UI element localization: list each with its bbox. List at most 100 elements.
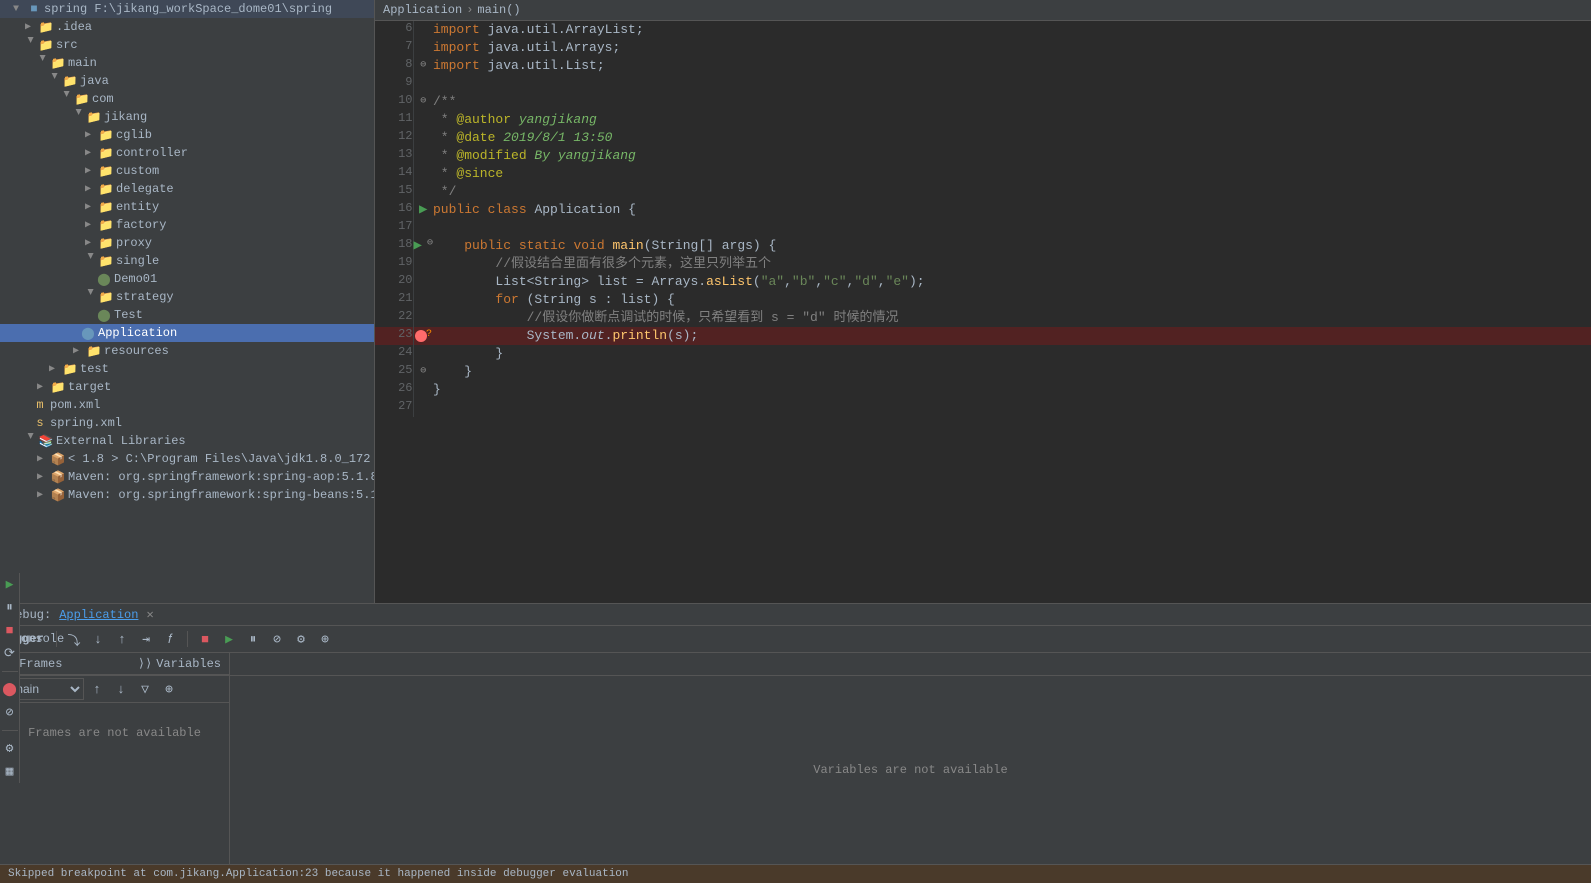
table-row: 16 ▶ public class Application { <box>375 201 1591 219</box>
frames-add-button[interactable]: ⊕ <box>158 678 180 700</box>
line-gutter <box>413 75 433 93</box>
controller-label: controller <box>116 146 188 160</box>
layout-side-icon[interactable]: ▦ <box>6 764 14 779</box>
keyword: for <box>495 292 518 307</box>
debug-toolbar: Debugger Console ⤵ ↓ ↑ ⇥ 𝑓 ■ ▶ ⏸ ⊘ ⚙ ⊕ <box>0 626 1591 653</box>
sidebar-item-delegate[interactable]: ▶ 📁 delegate <box>0 180 374 198</box>
sidebar-item-controller[interactable]: ▶ 📁 controller <box>0 144 374 162</box>
sidebar-item-maven-beans[interactable]: ▶ 📦 Maven: org.springframework:spring-be… <box>0 486 374 504</box>
sidebar-item-custom[interactable]: ▶ 📁 custom <box>0 162 374 180</box>
editor-content[interactable]: 6 import java.util.ArrayList; 7 import j… <box>375 21 1591 603</box>
jdk18-label: < 1.8 > C:\Program Files\Java\jdk1.8.0_1… <box>68 452 370 466</box>
run-to-cursor-button[interactable]: ⇥ <box>135 628 157 650</box>
resume-side-icon[interactable]: ▶ <box>6 577 14 592</box>
sidebar-item-resources[interactable]: ▶ 📁 resources <box>0 342 374 360</box>
code-text: (String s : list) { <box>519 292 675 307</box>
sidebar-item-test-folder[interactable]: ▶ 📁 test <box>0 360 374 378</box>
fold-icon[interactable]: ⊖ <box>420 60 426 71</box>
sidebar-item-com[interactable]: ▶ 📁 com <box>0 90 374 108</box>
rerun-side-icon[interactable]: ⟳ <box>4 646 15 661</box>
sidebar-item-strategy[interactable]: ▶ 📁 strategy <box>0 288 374 306</box>
mute-side-icon[interactable]: ⊘ <box>6 705 14 720</box>
line-num: 9 <box>375 75 413 93</box>
frames-up-button[interactable]: ↑ <box>86 678 108 700</box>
settings-side-icon[interactable]: ⚙ <box>6 741 14 756</box>
java-label: java <box>80 74 109 88</box>
expand-arrow-icon: ▶ <box>56 91 72 107</box>
close-debug-tab-button[interactable]: ✕ <box>146 607 153 622</box>
sidebar-item-jikang[interactable]: ▶ 📁 jikang <box>0 108 374 126</box>
comment-val: By yangjikang <box>527 148 636 163</box>
fold-icon[interactable]: ⊖ <box>420 96 426 107</box>
frames-down-button[interactable]: ↓ <box>110 678 132 700</box>
expand-arrow-icon: ▶ <box>68 109 84 125</box>
console-tab[interactable]: Console <box>28 628 50 650</box>
comment-val: 2019/8/1 13:50 <box>495 130 612 145</box>
step-out-button[interactable]: ↑ <box>111 628 133 650</box>
folder-icon: 📁 <box>74 91 90 107</box>
frames-filter-button[interactable]: ▽ <box>134 678 156 700</box>
sidebar-item-src[interactable]: ▶ 📁 src <box>0 36 374 54</box>
run-arrow-icon[interactable]: ▶ <box>414 237 422 254</box>
sidebar-item-single[interactable]: ▶ 📁 single <box>0 252 374 270</box>
sidebar-item-jdk18[interactable]: ▶ 📦 < 1.8 > C:\Program Files\Java\jdk1.8… <box>0 450 374 468</box>
debug-panel-body: main ↑ ↓ ▽ ⊕ Frames are not available Va… <box>0 676 1591 864</box>
sidebar-item-main[interactable]: ▶ 📁 main <box>0 54 374 72</box>
sidebar-item-proxy[interactable]: ▶ 📁 proxy <box>0 234 374 252</box>
sidebar-item-springxml[interactable]: s spring.xml <box>0 414 374 432</box>
code-text: , <box>815 274 823 289</box>
sidebar-item-factory[interactable]: ▶ 📁 factory <box>0 216 374 234</box>
fold-icon[interactable]: ⊖ <box>420 366 426 377</box>
fold-icon[interactable]: ⊖ <box>427 237 433 249</box>
resume-button[interactable]: ▶ <box>218 628 240 650</box>
line-num: 23 <box>375 327 413 345</box>
breakpoints-side-icon[interactable]: ⬤ <box>2 682 17 697</box>
run-arrow-icon[interactable]: ▶ <box>419 202 427 218</box>
line-num: 26 <box>375 381 413 399</box>
line-gutter: ⊖ <box>413 363 433 381</box>
line-gutter: ▶ ⊖ <box>413 237 433 255</box>
expand-arrow-icon: ▶ <box>80 181 96 197</box>
step-over-button[interactable]: ⤵ <box>63 628 85 650</box>
code-text: java.util.ArrayList; <box>488 22 644 37</box>
sidebar-item-entity[interactable]: ▶ 📁 entity <box>0 198 374 216</box>
settings-button[interactable]: ⚙ <box>290 628 312 650</box>
stop-side-icon[interactable]: ■ <box>6 623 14 638</box>
string-literal: "d" <box>854 274 877 289</box>
sidebar-item-pom[interactable]: m pom.xml <box>0 396 374 414</box>
keyword: public <box>464 238 511 253</box>
breakpoint-icon[interactable] <box>415 330 427 342</box>
src-label: src <box>56 38 78 52</box>
sidebar-item-application[interactable]: ⬤ Application <box>0 324 374 342</box>
sidebar-item-idea[interactable]: ▶ 📁 .idea <box>0 18 374 36</box>
code-line: //假设你做断点调试的时候，只希望看到 s = "d" 时候的情况 <box>433 309 1591 327</box>
evaluate-expression-button[interactable]: 𝑓 <box>159 628 181 650</box>
target-label: target <box>68 380 111 394</box>
debug-app-tab[interactable]: Application <box>59 608 138 622</box>
pause-side-icon[interactable]: ⏸ <box>6 600 13 615</box>
sidebar-item-ext-libs[interactable]: ▶ 📚 External Libraries <box>0 432 374 450</box>
sidebar-item-spring-root[interactable]: ▼ ■ spring F:\jikang_workSpace_dome01\sp… <box>0 0 374 18</box>
line-gutter: ? <box>413 327 433 345</box>
line-gutter <box>413 147 433 165</box>
frames-toolbar: main ↑ ↓ ▽ ⊕ <box>0 676 229 703</box>
step-into-button[interactable]: ↓ <box>87 628 109 650</box>
sidebar-item-maven-aop[interactable]: ▶ 📦 Maven: org.springframework:spring-ao… <box>0 468 374 486</box>
variables-label: Variables <box>156 657 221 671</box>
line-num: 12 <box>375 129 413 147</box>
line-gutter <box>413 381 433 399</box>
app-class-icon: ⬤ <box>80 325 96 341</box>
sidebar: ▼ ■ spring F:\jikang_workSpace_dome01\sp… <box>0 0 375 603</box>
add-button[interactable]: ⊕ <box>314 628 336 650</box>
table-row: 14 * @since <box>375 165 1591 183</box>
mute-breakpoints-button[interactable]: ⊘ <box>266 628 288 650</box>
sidebar-item-java[interactable]: ▶ 📁 java <box>0 72 374 90</box>
sidebar-item-test[interactable]: ⬤ Test <box>0 306 374 324</box>
separator2 <box>187 631 188 647</box>
comment: //假设你做断点调试的时候，只希望看到 s = "d" 时候的情况 <box>527 310 899 325</box>
stop-button[interactable]: ■ <box>194 628 216 650</box>
pause-button[interactable]: ⏸ <box>242 628 264 650</box>
sidebar-item-demo01[interactable]: ⬤ Demo01 <box>0 270 374 288</box>
sidebar-item-target[interactable]: ▶ 📁 target <box>0 378 374 396</box>
sidebar-item-cglib[interactable]: ▶ 📁 cglib <box>0 126 374 144</box>
